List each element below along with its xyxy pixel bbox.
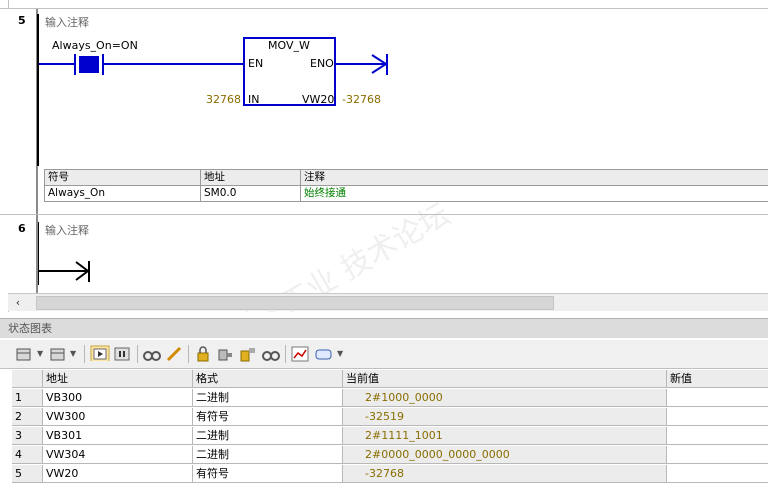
network-separator <box>0 214 768 215</box>
box-title: MOV_W <box>268 39 310 52</box>
box-eno-label: ENO <box>310 57 334 70</box>
new-value-cell[interactable] <box>667 408 768 426</box>
comment-cell: 始终接通 <box>304 187 346 199</box>
new-value-cell[interactable] <box>667 465 768 483</box>
row-number: 5 <box>12 465 43 483</box>
row-number: 2 <box>12 408 43 426</box>
horizontal-scrollbar[interactable]: ‹ <box>8 293 768 311</box>
symbol-header: 符号 <box>45 170 201 185</box>
run-status-icon[interactable] <box>90 345 110 361</box>
row-number: 4 <box>12 446 43 464</box>
toolbar-divider <box>137 345 138 363</box>
address-cell: SM0.0 <box>201 186 301 201</box>
row-number-header <box>12 370 43 388</box>
current-value-cell: -32768 <box>343 465 667 483</box>
status-chart-title: 状态图表 <box>0 318 768 338</box>
current-value-cell: 2#1000_0000 <box>343 389 667 407</box>
table-delete-icon[interactable] <box>49 346 67 362</box>
current-value-cell: 2#0000_0000_0000_0000 <box>343 446 667 464</box>
symbol-table-row[interactable]: Always_On SM0.0 始终接通 <box>45 186 768 201</box>
display-format-icon[interactable] <box>314 346 334 362</box>
out-operand-value[interactable]: -32768 <box>342 93 381 106</box>
chevron-down-icon[interactable]: ▼ <box>70 349 76 358</box>
in-operand-value[interactable]: 32768 <box>206 93 241 106</box>
read-forced-icon[interactable] <box>262 346 280 362</box>
chevron-down-icon[interactable]: ▼ <box>37 349 43 358</box>
box-en-label: EN <box>248 57 264 70</box>
symbol-table: 符号 地址 注释 Always_On SM0.0 始终接通 <box>44 169 768 202</box>
new-value-column-header: 新值 <box>667 370 768 388</box>
current-value-column-header: 当前值 <box>343 370 667 388</box>
address-cell[interactable]: VB301 <box>43 427 193 445</box>
table-row[interactable]: 2 VW300 有符号 -32519 <box>12 408 768 427</box>
pencil-icon[interactable] <box>165 346 183 362</box>
address-column-header: 地址 <box>43 370 193 388</box>
network6-comment[interactable]: 输入注释 <box>45 222 89 238</box>
contact-label: Always_On=ON <box>52 39 138 52</box>
format-cell[interactable]: 二进制 <box>193 389 343 407</box>
table-header: 地址 格式 当前值 新值 <box>12 370 768 389</box>
glasses-icon[interactable] <box>143 346 161 362</box>
trend-chart-icon[interactable] <box>291 346 309 362</box>
current-value-cell: 2#1111_1001 <box>343 427 667 445</box>
contact-label-text: Always_On=ON <box>52 39 138 52</box>
force-icon[interactable] <box>216 346 234 362</box>
unforce-icon[interactable] <box>238 346 258 362</box>
address-header: 地址 <box>201 170 301 185</box>
address-cell[interactable]: VW20 <box>43 465 193 483</box>
symbol-table-header: 符号 地址 注释 <box>45 170 768 186</box>
symbol-cell: Always_On <box>45 186 201 201</box>
status-chart-toolbar: ▼ ▼ ▼ <box>0 340 768 369</box>
format-cell[interactable]: 二进制 <box>193 427 343 445</box>
toolbar-divider <box>188 345 189 363</box>
comment-header: 注释 <box>304 171 325 183</box>
toolbar-divider <box>285 345 286 363</box>
address-cell[interactable]: VW304 <box>43 446 193 464</box>
lock-icon[interactable] <box>194 346 212 362</box>
current-value-cell: -32519 <box>343 408 667 426</box>
table-row[interactable]: 1 VB300 二进制 2#1000_0000 <box>12 389 768 408</box>
format-cell[interactable]: 二进制 <box>193 446 343 464</box>
box-out-label: VW20 <box>302 93 335 106</box>
contact-closed-fill <box>79 56 99 73</box>
chevron-down-icon[interactable]: ▼ <box>337 349 343 358</box>
network6-number[interactable]: 6 <box>18 222 26 235</box>
row-number: 1 <box>12 389 43 407</box>
box-in-label: IN <box>248 93 260 106</box>
table-icon[interactable] <box>15 346 33 362</box>
address-cell[interactable]: VB300 <box>43 389 193 407</box>
pause-icon[interactable] <box>113 346 131 362</box>
new-value-cell[interactable] <box>667 389 768 407</box>
scroll-thumb[interactable] <box>36 296 554 310</box>
table-row[interactable]: 3 VB301 二进制 2#1111_1001 <box>12 427 768 446</box>
new-value-cell[interactable] <box>667 446 768 464</box>
format-cell[interactable]: 有符号 <box>193 408 343 426</box>
table-row[interactable]: 4 VW304 二进制 2#0000_0000_0000_0000 <box>12 446 768 465</box>
format-column-header: 格式 <box>193 370 343 388</box>
row-number: 3 <box>12 427 43 445</box>
format-cell[interactable]: 有符号 <box>193 465 343 483</box>
new-value-cell[interactable] <box>667 427 768 445</box>
scroll-left-arrow-icon[interactable]: ‹ <box>10 294 26 311</box>
toolbar-divider <box>84 345 85 363</box>
table-row[interactable]: 5 VW20 有符号 -32768 <box>12 465 768 484</box>
address-cell[interactable]: VW300 <box>43 408 193 426</box>
ladder-editor[interactable]: 5 输入注释 西门子工业 技术论坛 Always_On=ON MOV_W EN … <box>0 0 768 312</box>
